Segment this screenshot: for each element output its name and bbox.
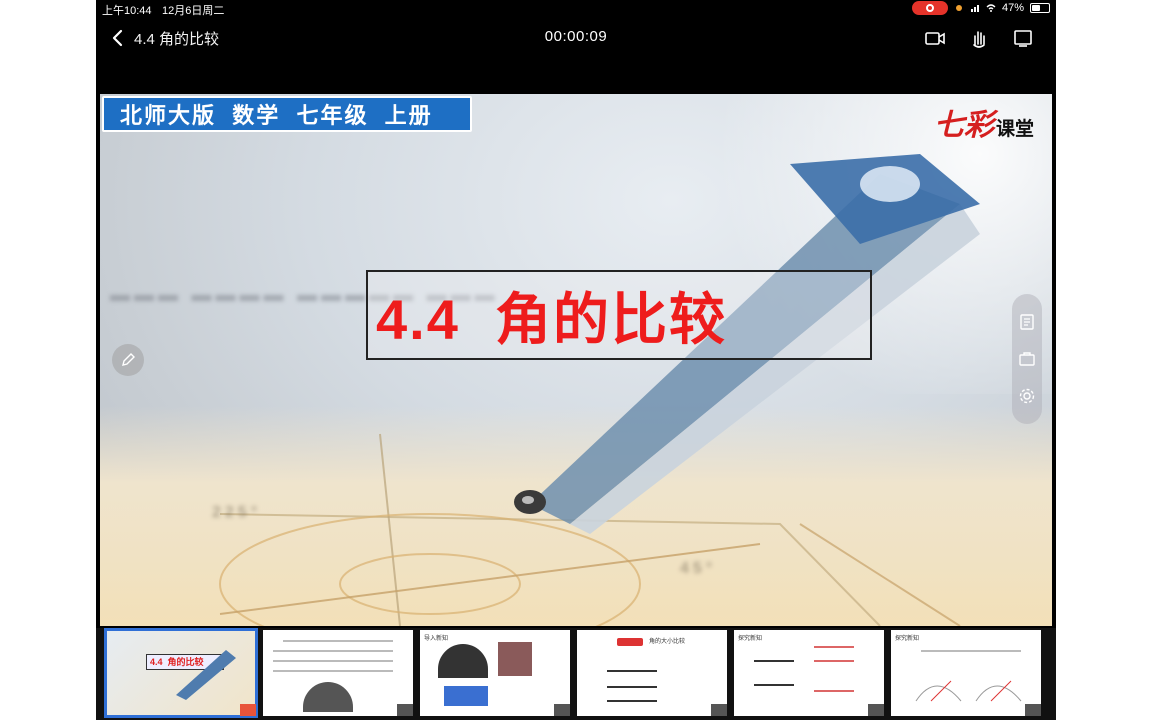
- screen-record-icon[interactable]: [924, 27, 946, 49]
- thumbnail-2-fan: [303, 682, 353, 712]
- thumbnail-5-header: 探究新知: [738, 636, 763, 642]
- battery-fill: [1032, 5, 1040, 11]
- thumbnail-2-line: [273, 670, 393, 672]
- thumbnail-1-pen: [176, 650, 236, 700]
- brand-logo-red: 七彩: [933, 108, 994, 143]
- thumbnail-2[interactable]: [263, 630, 413, 716]
- recording-indicator[interactable]: [911, 1, 948, 15]
- angle-label-225: 225°: [212, 504, 262, 521]
- hand-raise-icon[interactable]: [968, 27, 990, 49]
- thumbnail-4-line: [607, 670, 657, 672]
- pencil-icon[interactable]: [112, 344, 144, 376]
- brand-logo-black: 课堂: [995, 119, 1034, 140]
- thumbnail-5-line: [814, 646, 854, 648]
- thumbnail-6[interactable]: 探究新知: [891, 630, 1041, 716]
- thumbnail-4-line: [607, 700, 657, 702]
- slide-canvas[interactable]: ▬▬▬ ▬▬▬▬ ▬▬▬▬▬ ▬▬▬ 225° 45° 北师大版 数学 七年级 …: [100, 94, 1052, 626]
- thumbnail-3[interactable]: 导入新知: [420, 630, 570, 716]
- thumbnail-3-note: [444, 686, 488, 706]
- slide-thumbnail-strip: 4.4 角的比较 导入新知 角的大小比较 探究新知 探究新知: [96, 628, 1056, 720]
- record-icon: [925, 4, 934, 12]
- thumbnail-2-line: [283, 640, 393, 642]
- thumbnail-4-corner: [711, 704, 727, 716]
- thumbnail-6-corner: [1025, 704, 1041, 716]
- thumbnail-6-line: [921, 650, 1021, 652]
- thumbnail-4-line: [607, 686, 657, 688]
- slide-title-box: 4.4 角的比较: [366, 270, 872, 360]
- thumbnail-5[interactable]: 探究新知: [734, 630, 884, 716]
- thumbnail-2-line: [273, 660, 393, 662]
- thumbnail-5-line: [814, 690, 854, 692]
- publisher-banner: 北师大版 数学 七年级 上册: [102, 96, 472, 132]
- thumbnail-6-header: 探究新知: [895, 636, 920, 642]
- thumbnail-5-corner: [868, 704, 884, 716]
- pencil-glyph: [122, 353, 135, 366]
- thumbnail-4-header: 角的大小比较: [649, 639, 686, 645]
- thumbnail-5-line: [754, 684, 794, 686]
- letterbox-right: [1056, 0, 1152, 720]
- fullscreen-icon[interactable]: [1012, 27, 1034, 49]
- thumbnail-4[interactable]: 角的大小比较: [577, 630, 727, 716]
- thumbnail-3-header: 导入新知: [424, 636, 449, 642]
- thumbnail-3-image: [498, 642, 532, 676]
- side-toolbar: [1012, 294, 1042, 424]
- playback-timer: 00:00:09: [544, 28, 608, 45]
- nav-actions: [924, 27, 1034, 49]
- background-geometry: [219, 154, 980, 626]
- player-window: 上午10:44 12月6日周二 47% 4.4 角的比较 00:00:09 ▬▬…: [96, 0, 1056, 720]
- thumbnail-1-corner: [240, 704, 256, 716]
- thumbnail-2-corner: [397, 704, 413, 716]
- angle-label-45: 45°: [680, 560, 717, 577]
- wifi-icon: [986, 4, 996, 12]
- status-bar: 上午10:44 12月6日周二 47%: [96, 0, 1056, 18]
- status-time: 上午10:44: [102, 5, 152, 17]
- briefcase-icon[interactable]: [1018, 350, 1036, 368]
- status-right: 47%: [911, 1, 1050, 15]
- brand-logo: 七彩 课堂: [934, 100, 1034, 144]
- battery-percent: 47%: [1001, 2, 1024, 14]
- letterbox-left: [0, 0, 96, 720]
- slide-title: 4.4 角的比较: [376, 287, 727, 351]
- thumbnail-3-fan: [438, 644, 488, 678]
- battery-icon: [1030, 3, 1050, 13]
- thumbnail-4-badge: [617, 638, 643, 646]
- status-date: 12月6日周二: [162, 5, 225, 17]
- location-icon: [955, 5, 962, 11]
- thumbnail-6-angles: [915, 680, 1022, 702]
- thumbnail-2-line: [273, 650, 393, 652]
- thumbnail-5-line: [814, 660, 854, 662]
- settings-icon[interactable]: [1018, 387, 1036, 405]
- thumbnail-3-corner: [554, 704, 570, 716]
- top-nav: 4.4 角的比较 00:00:09: [96, 18, 1056, 58]
- thumbnail-1[interactable]: 4.4 角的比较: [104, 628, 258, 718]
- signal-icon: [970, 5, 979, 12]
- notes-icon[interactable]: [1018, 313, 1036, 331]
- thumbnail-5-line: [754, 660, 794, 662]
